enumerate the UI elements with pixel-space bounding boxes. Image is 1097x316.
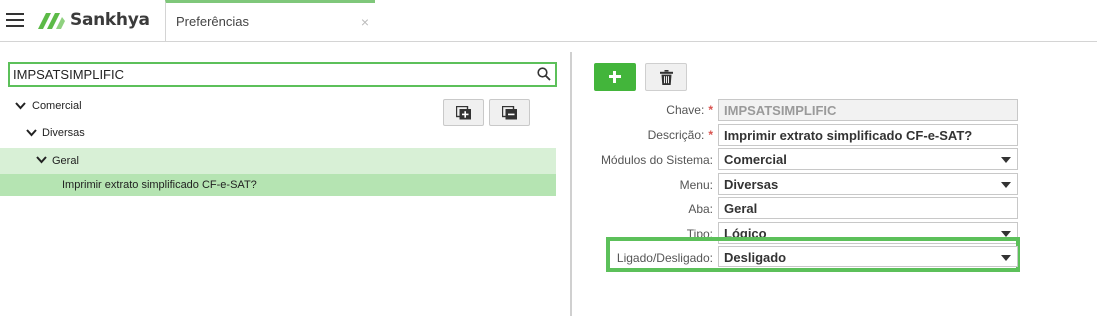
chevron-down-icon[interactable] (15, 102, 26, 110)
descricao-label: Descrição: * (647, 128, 713, 142)
tree-node-label: Comercial (32, 100, 82, 112)
tree-item-selected[interactable]: Imprimir extrato simplificado CF-e-SAT? (0, 174, 556, 196)
aba-field[interactable]: Geral (718, 197, 1018, 219)
modulos-label: Módulos do Sistema: (600, 153, 713, 167)
expand-all-icon (456, 106, 471, 120)
tree-node-diversas[interactable]: Diversas (0, 123, 556, 145)
chevron-down-icon[interactable] (26, 129, 37, 137)
logo-text: Sankhya (70, 10, 150, 30)
collapse-all-button[interactable] (489, 99, 530, 126)
ligado-label: Ligado/Desligado: (616, 251, 713, 265)
chave-label: Chave: * (666, 103, 713, 117)
trash-icon (660, 70, 673, 85)
close-icon[interactable]: × (361, 14, 369, 30)
tree-node-label: Diversas (42, 127, 85, 139)
search-icon[interactable] (537, 67, 551, 81)
tab-label: Preferências (176, 14, 249, 29)
menu-icon[interactable] (6, 13, 24, 27)
ligado-select[interactable]: Desligado (718, 246, 1018, 267)
collapse-all-icon (502, 106, 517, 120)
sankhya-logo-icon (38, 13, 65, 29)
chevron-down-icon[interactable] (36, 156, 47, 164)
dropdown-caret-icon[interactable] (1001, 182, 1011, 188)
dropdown-caret-icon[interactable] (1001, 157, 1011, 163)
tree-node-geral[interactable]: Geral (0, 148, 556, 174)
descricao-field[interactable]: Imprimir extrato simplificado CF-e-SAT? (718, 124, 1018, 146)
delete-button[interactable] (645, 63, 687, 91)
tree-item-label: Imprimir extrato simplificado CF-e-SAT? (62, 179, 257, 191)
menu-select[interactable]: Diversas (718, 173, 1018, 195)
search-field[interactable] (8, 62, 557, 87)
panel-divider[interactable] (570, 52, 572, 316)
menu-label: Menu: (679, 178, 713, 192)
aba-label: Aba: (688, 202, 713, 216)
required-mark: * (708, 103, 713, 117)
add-button[interactable] (594, 63, 636, 91)
tab-preferencias[interactable]: Preferências × (165, 0, 375, 42)
top-bar: Sankhya Preferências × (0, 0, 1097, 42)
search-input[interactable] (13, 65, 528, 84)
app-logo[interactable]: Sankhya (36, 9, 150, 31)
modulos-select[interactable]: Comercial (718, 148, 1018, 170)
expand-all-button[interactable] (443, 99, 484, 126)
dropdown-caret-icon[interactable] (1001, 255, 1011, 261)
chave-field: IMPSATSIMPLIFIC (718, 99, 1018, 121)
required-mark: * (708, 128, 713, 142)
tree-node-label: Geral (52, 155, 79, 167)
